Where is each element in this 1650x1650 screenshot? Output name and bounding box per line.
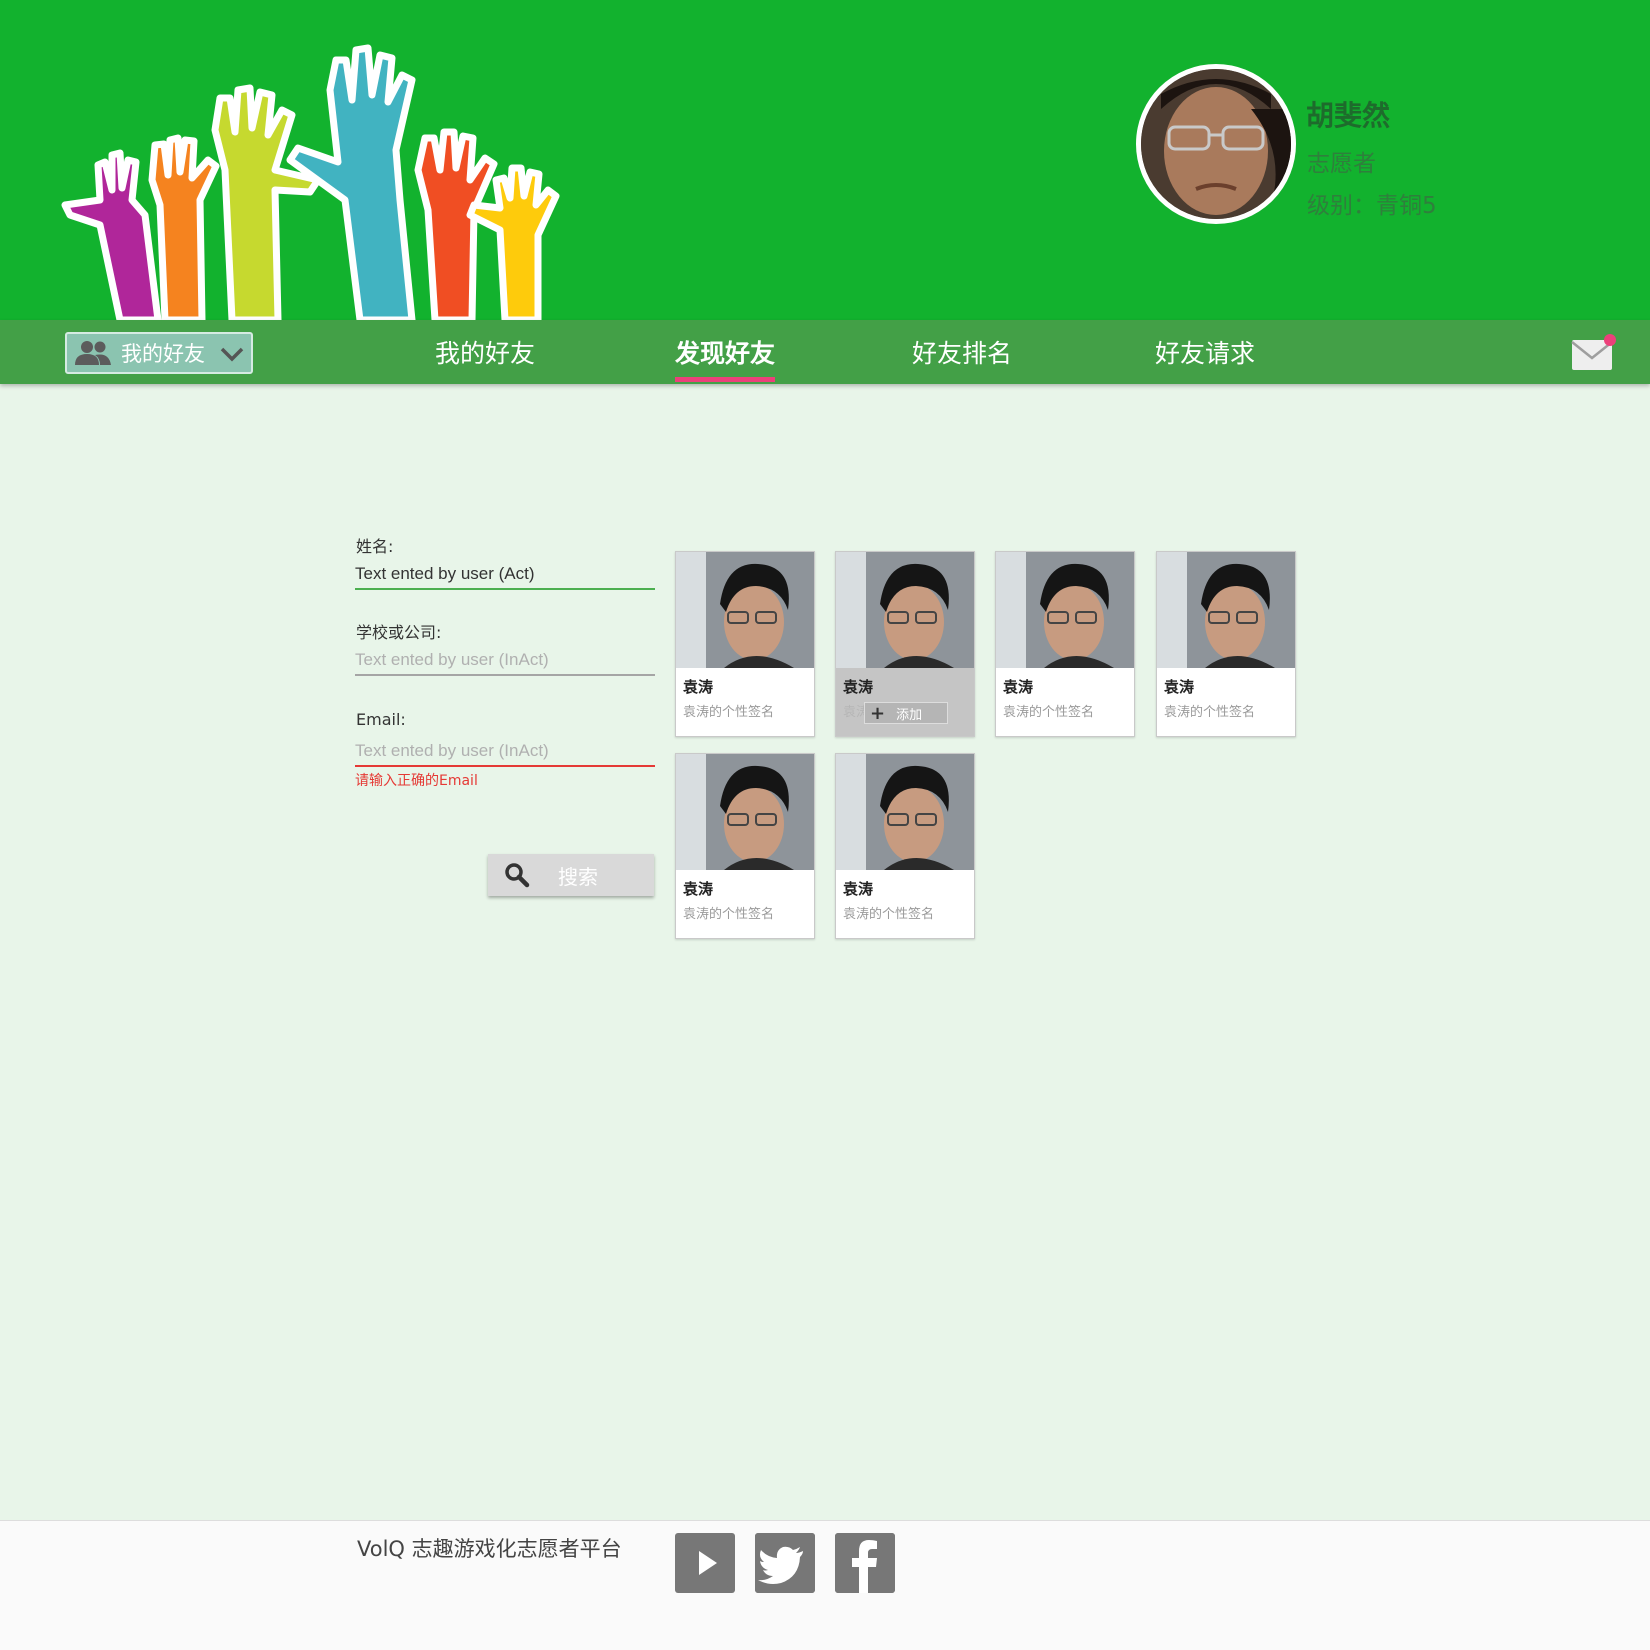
tab-friend-requests[interactable]: 好友请求 — [1155, 334, 1255, 382]
add-friend-label: 添加 — [896, 707, 923, 723]
twitter-icon[interactable] — [755, 1533, 815, 1593]
friend-photo — [676, 754, 814, 870]
email-label: Email: — [356, 710, 406, 729]
friend-photo — [836, 552, 974, 668]
friend-signature: 袁涛的个性签名 — [683, 907, 775, 922]
tab-discover-friends[interactable]: 发现好友 — [675, 334, 776, 382]
footer-brand-text: VolQ 志趣游戏化志愿者平台 — [357, 1537, 622, 1561]
friend-card[interactable]: 袁涛 袁涛的个性签名 — [675, 551, 815, 737]
name-label: 姓名: — [356, 537, 394, 556]
header-banner: 胡斐然 志愿者 级别：青铜5 — [0, 0, 1650, 320]
friends-dropdown-label: 我的好友 — [121, 342, 205, 366]
add-friend-button[interactable]: + 添加 — [864, 702, 948, 724]
friend-card-hovered[interactable]: 袁涛 袁涛的个性签名 + 添加 — [835, 551, 975, 737]
tab-my-friends[interactable]: 我的好友 — [435, 334, 535, 382]
org-label: 学校或公司: — [356, 623, 442, 642]
friend-photo — [836, 754, 974, 870]
friend-name: 袁涛 — [683, 678, 714, 696]
org-input[interactable] — [355, 646, 655, 676]
user-avatar[interactable] — [1136, 64, 1296, 224]
search-button[interactable]: 搜索 — [488, 854, 654, 896]
plus-icon: + — [870, 702, 886, 724]
user-level: 级别：青铜5 — [1307, 193, 1437, 219]
friends-dropdown[interactable]: 我的好友 — [65, 332, 253, 374]
friend-card[interactable]: 袁涛 袁涛的个性签名 — [1156, 551, 1296, 737]
raised-hands-logo — [61, 44, 560, 320]
email-input[interactable] — [355, 737, 655, 767]
email-error-message: 请输入正确的Email — [355, 773, 478, 789]
friend-card[interactable]: 袁涛 袁涛的个性签名 — [995, 551, 1135, 737]
chevron-down-icon — [220, 347, 244, 362]
user-name: 胡斐然 — [1306, 99, 1391, 132]
friend-name: 袁涛 — [1003, 678, 1034, 696]
tab-friend-ranking[interactable]: 好友排名 — [912, 334, 1012, 382]
friend-signature: 袁涛的个性签名 — [843, 907, 935, 922]
friend-signature: 袁涛的个性签名 — [683, 705, 775, 720]
footer: VolQ 志趣游戏化志愿者平台 — [0, 1520, 1650, 1650]
friend-name: 袁涛 — [843, 678, 874, 696]
friend-photo — [1157, 552, 1295, 668]
friend-card[interactable]: 袁涛 袁涛的个性签名 — [675, 753, 815, 939]
friend-name: 袁涛 — [1164, 678, 1195, 696]
search-button-label: 搜索 — [558, 864, 598, 889]
mail-icon[interactable] — [1570, 332, 1616, 372]
facebook-icon[interactable] — [835, 1533, 895, 1593]
youtube-icon[interactable] — [675, 1533, 735, 1593]
friend-name: 袁涛 — [843, 880, 874, 898]
friend-photo — [676, 552, 814, 668]
search-icon — [505, 863, 530, 888]
friend-name: 袁涛 — [683, 880, 714, 898]
user-profile: 胡斐然 志愿者 级别：青铜5 — [1136, 64, 1516, 224]
friend-photo — [996, 552, 1134, 668]
name-input[interactable] — [355, 560, 655, 590]
nav-bar: 我的好友 我的好友 发现好友 好友排名 好友请求 — [0, 320, 1650, 384]
friend-signature: 袁涛的个性签名 — [1164, 705, 1256, 720]
user-role: 志愿者 — [1307, 151, 1376, 177]
user-avatar-image — [1141, 69, 1291, 219]
unread-dot — [1604, 334, 1616, 346]
friend-signature: 袁涛的个性签名 — [1003, 705, 1095, 720]
people-icon — [75, 341, 111, 365]
friend-card[interactable]: 袁涛 袁涛的个性签名 — [835, 753, 975, 939]
